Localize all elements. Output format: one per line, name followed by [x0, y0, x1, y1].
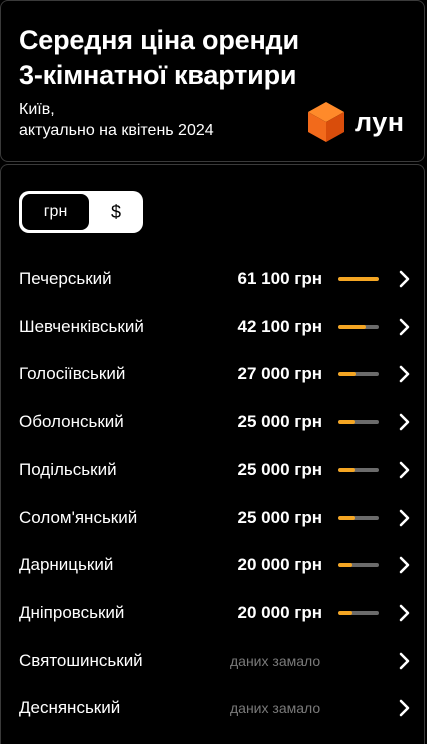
price-level-bar	[338, 467, 379, 472]
page-subtitle: Київ, актуально на квітень 2024	[19, 101, 214, 139]
district-name: Деснянський	[19, 698, 121, 718]
price-level-bar	[338, 610, 379, 615]
price-level-bar	[338, 515, 379, 520]
price-level-bar-fill	[338, 324, 367, 329]
currency-option-usd[interactable]: $	[91, 194, 141, 230]
district-row[interactable]: Деснянський даних замало	[1, 684, 426, 732]
district-price: 27 000 грн	[237, 364, 322, 384]
district-price: 25 000 грн	[237, 412, 322, 432]
chevron-right-icon	[399, 652, 410, 669]
chevron-right-icon	[399, 366, 410, 383]
district-price: 42 100 грн	[237, 316, 322, 336]
district-name: Дарницький	[19, 555, 114, 575]
district-row[interactable]: Подільський 25 000 грн	[1, 446, 426, 494]
price-level-bar	[338, 372, 379, 377]
lun-logo[interactable]: лун	[307, 101, 405, 143]
price-level-bar-fill	[338, 372, 357, 377]
district-name: Дніпровський	[19, 602, 125, 622]
chevron-right-icon	[399, 270, 410, 288]
district-price: 25 000 грн	[237, 459, 322, 479]
price-level-bar	[338, 324, 379, 329]
district-name: Солом'янський	[19, 507, 138, 527]
insufficient-data-label: даних замало	[230, 652, 321, 669]
page-title: Середня ціна оренди 3-кімнатної квартири	[19, 25, 299, 90]
district-row[interactable]: Печерський 61 100 грн	[1, 255, 426, 303]
district-name: Подільський	[19, 459, 117, 479]
district-row[interactable]: Солом'янський 25 000 грн	[1, 494, 426, 542]
district-price: 20 000 грн	[237, 555, 322, 575]
price-level-bar-fill	[338, 277, 379, 281]
logo-wordmark: лун	[355, 106, 405, 137]
currency-toggle: грн $	[19, 191, 143, 233]
price-level-bar	[338, 420, 379, 425]
chevron-right-icon	[399, 509, 410, 526]
district-name: Голосіївський	[19, 364, 126, 384]
district-row[interactable]: Оболонський 25 000 грн	[1, 398, 426, 446]
price-level-bar-fill	[338, 515, 355, 520]
insufficient-data-label: даних замало	[230, 700, 321, 717]
price-level-bar	[338, 563, 379, 568]
chevron-right-icon	[399, 604, 410, 622]
district-name: Святошинський	[19, 650, 143, 670]
district-row[interactable]: Святошинський даних замало	[1, 637, 426, 685]
chevron-right-icon	[399, 699, 410, 717]
district-row[interactable]: Дарницький 20 000 грн	[1, 541, 426, 589]
chevron-right-icon	[399, 413, 410, 431]
price-level-bar-fill	[338, 563, 353, 568]
chevron-right-icon	[399, 318, 410, 335]
district-name: Шевченківський	[19, 316, 144, 336]
district-name: Оболонський	[19, 412, 124, 432]
cube-logo-icon	[308, 102, 344, 142]
price-level-bar-fill	[338, 420, 355, 425]
price-level-bar-fill	[338, 610, 353, 615]
price-level-bar	[338, 277, 379, 281]
chevron-right-icon	[399, 556, 410, 574]
header-card: Середня ціна оренди 3-кімнатної квартири…	[0, 0, 425, 162]
district-price: 20 000 грн	[237, 602, 322, 622]
district-row[interactable]: Шевченківський 42 100 грн	[1, 303, 426, 351]
price-level-bar-fill	[338, 467, 355, 472]
district-price: 61 100 грн	[237, 269, 322, 288]
district-price: 25 000 грн	[237, 507, 322, 527]
district-price-panel: грн $ Печерський 61 100 грн Шевченківський…	[0, 164, 425, 744]
district-row[interactable]: Дніпровський 20 000 грн	[1, 589, 426, 637]
currency-option-uah[interactable]: грн	[22, 194, 89, 230]
chevron-right-icon	[399, 461, 410, 479]
district-name: Печерський	[19, 269, 112, 288]
district-row[interactable]: Голосіївський 27 000 грн	[1, 350, 426, 398]
